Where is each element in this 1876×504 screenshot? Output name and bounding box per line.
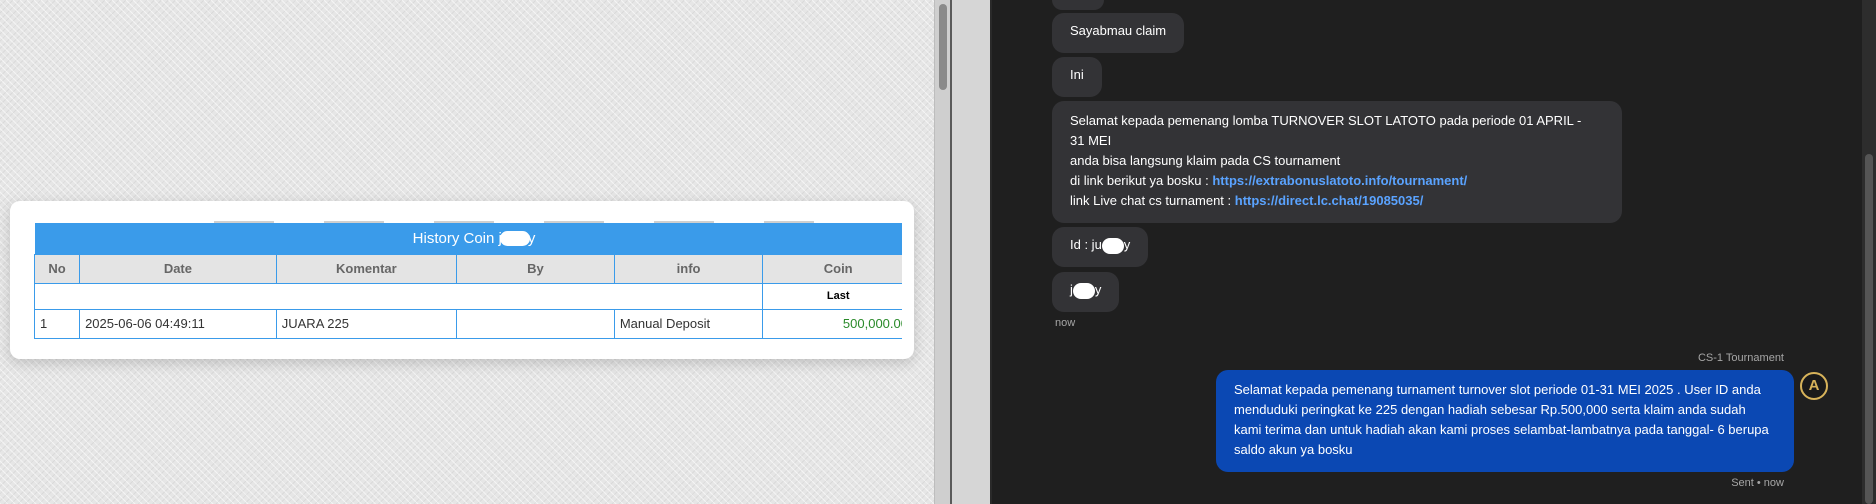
- agent-name: CS-1 Tournament: [1697, 352, 1784, 364]
- cell-by: [456, 308, 615, 339]
- column-header-komentar: Komentar: [275, 253, 458, 284]
- message-text: Sayabmau claim: [1070, 23, 1167, 38]
- history-coin-card: History Coin j y No Date Komentar By info…: [10, 201, 914, 359]
- message-text: di link berikut ya bosku :: [1070, 173, 1213, 188]
- message-line: 31 MEI: [1070, 133, 1112, 148]
- message-bubble-cut-off: [1052, 0, 1104, 10]
- message-text: y: [1094, 282, 1102, 297]
- sub-header-empty: [34, 282, 764, 310]
- message-line: link Live chat cs turnament : https://di…: [1070, 191, 1604, 211]
- message-bubble-tournament-info: Selamat kepada pemenang lomba TURNOVER S…: [1052, 101, 1622, 223]
- left-pane-scrollbar-thumb[interactable]: [939, 4, 947, 90]
- sent-message-text: Selamat kepada pemenang turnament turnov…: [1234, 382, 1769, 457]
- message-line: Selamat kepada pemenang lomba TURNOVER S…: [1070, 113, 1582, 128]
- message-bubble: jy: [1052, 272, 1120, 312]
- sent-status: Sent • now: [1731, 477, 1784, 489]
- cell-coin: 500,000.00: [762, 308, 902, 339]
- message-bubble: Ini: [1052, 57, 1102, 97]
- message-bubble: Sayabmau claim: [1052, 13, 1185, 53]
- sub-header-last: Last: [762, 282, 902, 310]
- chat-scrollbar[interactable]: [1862, 0, 1876, 504]
- tournament-link[interactable]: https://extrabonuslatoto.info/tournament…: [1212, 173, 1467, 188]
- cell-no: 1: [34, 308, 81, 339]
- left-pane: History Coin j y No Date Komentar By info…: [0, 0, 938, 504]
- history-table-viewport[interactable]: History Coin j y No Date Komentar By info…: [34, 221, 902, 341]
- history-coin-table: History Coin j y No Date Komentar By info…: [34, 223, 902, 339]
- chat-window[interactable]: Sayabmau claim Ini Selamat kepada pemena…: [992, 0, 1862, 504]
- received-timestamp: now: [1055, 317, 1076, 329]
- table-title-suffix: y: [527, 229, 536, 247]
- redacted-username: [499, 231, 530, 247]
- table-title: History Coin j y: [34, 223, 902, 254]
- redacted-username: [1101, 237, 1124, 254]
- column-header-no: No: [34, 253, 81, 284]
- sub-header-row: Last: [34, 282, 902, 310]
- message-line: anda bisa langsung klaim pada CS tournam…: [1070, 153, 1341, 168]
- message-text: link Live chat cs turnament :: [1070, 193, 1235, 208]
- column-header-info: info: [613, 253, 764, 284]
- pane-divider[interactable]: [950, 0, 990, 504]
- message-text: Id : ju: [1070, 237, 1102, 252]
- message-line: di link berikut ya bosku : https://extra…: [1070, 171, 1604, 191]
- message-bubble: Id : ju y: [1052, 227, 1149, 267]
- sent-message-bubble: Selamat kepada pemenang turnament turnov…: [1216, 370, 1794, 472]
- cell-date: 2025-06-06 04:49:11: [79, 308, 277, 339]
- column-header-date: Date: [79, 253, 277, 284]
- redacted-username: [1072, 282, 1095, 299]
- cell-info: Manual Deposit: [613, 308, 764, 339]
- column-header-coin: Coin: [762, 253, 902, 284]
- agent-avatar-letter: A: [1808, 377, 1820, 394]
- live-chat-link[interactable]: https://direct.lc.chat/19085035/: [1235, 193, 1424, 208]
- chat-scrollbar-thumb[interactable]: [1865, 154, 1873, 504]
- table-row: 1 2025-06-06 04:49:11 JUARA 225 Manual D…: [34, 308, 902, 339]
- right-pane: Sayabmau claim Ini Selamat kepada pemena…: [990, 0, 1876, 504]
- agent-avatar[interactable]: A: [1800, 372, 1828, 400]
- column-header-by: By: [456, 253, 615, 284]
- cell-komentar: JUARA 225: [275, 308, 458, 339]
- left-pane-scrollbar[interactable]: [934, 0, 950, 504]
- table-title-prefix: History Coin j: [412, 229, 502, 247]
- message-text: y: [1123, 237, 1131, 252]
- message-text: Ini: [1070, 67, 1084, 82]
